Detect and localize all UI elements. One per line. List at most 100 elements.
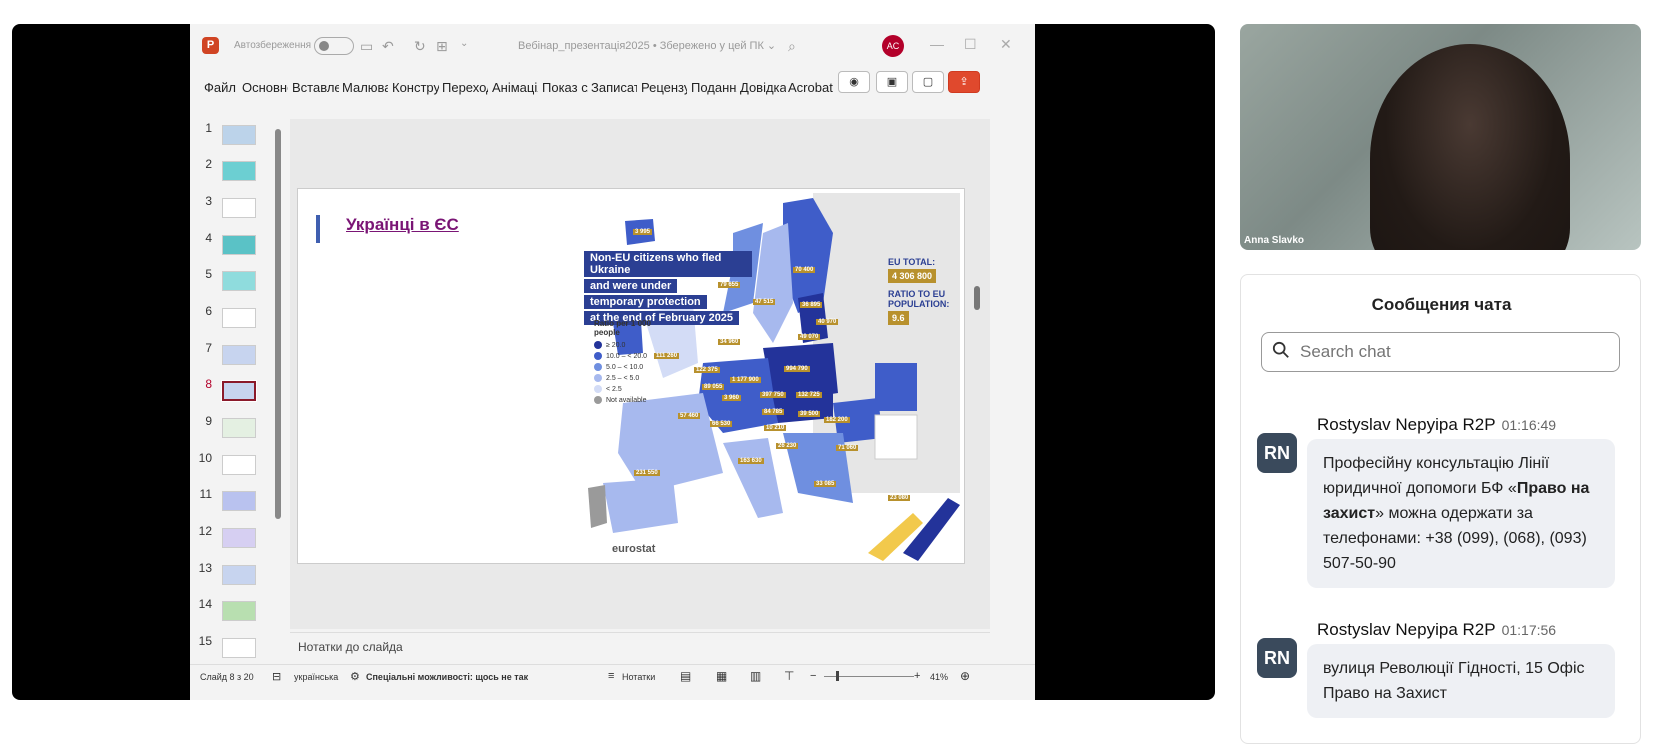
legend-label: 5.0 – < 10.0: [606, 363, 644, 371]
redo-icon[interactable]: ↻: [414, 38, 426, 55]
zoom-slider-thumb[interactable]: [836, 671, 839, 681]
slide-number: 8: [205, 377, 212, 391]
zoom-out-icon[interactable]: −: [810, 670, 816, 682]
map-value-label: 47 515: [753, 299, 776, 305]
tab-home[interactable]: Основне: [242, 80, 288, 95]
map-liechtenstein-inset: [875, 363, 917, 411]
current-slide[interactable]: Українці в ЄС Non-EU citizens who fled U…: [297, 188, 965, 564]
slide-number: 11: [199, 487, 212, 501]
save-icon[interactable]: ▭: [360, 38, 373, 55]
tab-review[interactable]: Рецензування: [641, 80, 687, 95]
legend-swatch: [594, 363, 602, 371]
legend-item: < 2.5: [594, 385, 674, 393]
tab-draw[interactable]: Малювання: [342, 80, 388, 95]
slide-number: 6: [205, 304, 212, 318]
tab-view[interactable]: Подання: [691, 80, 737, 95]
legend-label: 10.0 – < 20.0: [606, 352, 648, 360]
map-value-label: 79 655: [718, 282, 741, 288]
map-value-label: 1 177 900: [730, 377, 761, 383]
spellcheck-icon[interactable]: ⊟: [272, 670, 281, 683]
slide-counter: Слайд 8 з 20: [200, 672, 254, 682]
slide-thumb[interactable]: 13: [190, 559, 290, 589]
powerpoint-logo-icon: P: [202, 37, 219, 54]
slide-number: 2: [205, 157, 212, 171]
comments-button[interactable]: ▢: [912, 71, 944, 93]
autosave-label: Автозбереження: [234, 40, 312, 51]
ratio-label: RATIO TO EU POPULATION:: [888, 289, 950, 309]
chat-search[interactable]: [1261, 332, 1620, 372]
slide-thumb[interactable]: 15: [190, 632, 290, 662]
slide-thumb-image: [222, 161, 256, 181]
map-value-label: 39 500: [798, 411, 821, 417]
tab-slideshow[interactable]: Показ слайдів: [542, 80, 588, 95]
zoom-in-icon[interactable]: +: [914, 670, 920, 682]
ribbon-tabs: Файл Основне Вставлення Малювання Констр…: [190, 69, 1035, 105]
map-value-label: 132 725: [796, 392, 822, 398]
powerpoint-window: P Автозбереження ▭ ↶ ↻ ⊞ ⌄ Вебінар_презе…: [190, 24, 1035, 700]
record-button[interactable]: ◉: [838, 71, 870, 93]
legend-title: Ratio per 1 000 people: [594, 319, 651, 337]
map-value-label: 26 230: [776, 443, 799, 449]
maximize-icon[interactable]: ☐: [964, 36, 977, 53]
language-status[interactable]: українська: [294, 672, 338, 682]
author-name: Rostyslav Nepyipa R2P: [1317, 415, 1496, 434]
tab-help[interactable]: Довідка: [740, 80, 786, 95]
participant-video: Anna Slavko: [1240, 24, 1641, 250]
tab-animations[interactable]: Анімація: [492, 80, 538, 95]
document-title[interactable]: Вебінар_презентація2025 • Збережено у це…: [518, 39, 776, 52]
tab-record[interactable]: Записати: [591, 80, 637, 95]
user-avatar[interactable]: AC: [882, 35, 904, 57]
slide-scrollbar[interactable]: [974, 286, 980, 310]
fit-slide-icon[interactable]: ⊕: [960, 669, 970, 683]
map-value-label: 994 790: [784, 366, 810, 372]
normal-view-icon[interactable]: ▤: [680, 669, 691, 683]
undo-icon[interactable]: ↶: [382, 38, 394, 55]
slide-thumb[interactable]: 14: [190, 595, 290, 625]
close-icon[interactable]: ✕: [1000, 36, 1012, 53]
slide-number: 1: [205, 121, 212, 135]
message-text: Професійну консультацію Лінії юридичної …: [1323, 455, 1550, 497]
eurostat-logo: eurostat: [612, 543, 656, 555]
tab-design[interactable]: Конструктор: [392, 80, 439, 95]
author-name: Rostyslav Nepyipa R2P: [1317, 620, 1496, 639]
map-value-label: 66 530: [710, 421, 733, 427]
map-value-label: 71 060: [836, 445, 859, 451]
thumbnails-scrollbar[interactable]: [275, 129, 281, 519]
present-teams-button[interactable]: ▣: [876, 71, 908, 93]
slide-thumb[interactable]: 12: [190, 522, 290, 552]
slide-thumb-image: [222, 345, 256, 365]
map-value-label: 3 960: [722, 395, 742, 401]
share-button[interactable]: ⇪: [948, 71, 980, 93]
slide-thumb-image: [222, 198, 256, 218]
legend-swatch: [594, 396, 602, 404]
accessibility-status[interactable]: Спеціальні можливості: щось не так: [366, 672, 528, 682]
tab-insert[interactable]: Вставлення: [292, 80, 339, 95]
slide-number: 12: [198, 524, 212, 538]
slide-number: 5: [205, 267, 212, 281]
slide-sorter-icon[interactable]: ▦: [716, 669, 727, 683]
minimize-icon[interactable]: —: [930, 36, 944, 52]
search-icon[interactable]: ⌕: [788, 38, 796, 55]
search-icon: [1272, 341, 1289, 358]
autosave-toggle[interactable]: [314, 37, 354, 55]
chat-panel: Сообщения чата RN Rostyslav Nepyipa R2P 0…: [1240, 274, 1641, 744]
slide-number: 4: [205, 231, 212, 245]
slide-number: 3: [205, 194, 212, 208]
zoom-level[interactable]: 41%: [930, 672, 948, 682]
map-value-label: 40 970: [816, 319, 839, 325]
map-banner: Non-EU citizens who fled Ukraine and wer…: [584, 251, 752, 327]
chat-search-input[interactable]: [1300, 341, 1600, 363]
map-value-label: 163 630: [738, 458, 764, 464]
tab-transitions[interactable]: Переходи: [442, 80, 488, 95]
message-author: Rostyslav Nepyipa R2P 01:17:56: [1317, 620, 1556, 640]
slideshow-icon[interactable]: ⊤: [784, 669, 794, 683]
reading-view-icon[interactable]: ▥: [750, 669, 761, 683]
notes-button[interactable]: Нотатки: [622, 672, 655, 682]
slide-thumb-image: [222, 528, 256, 548]
customize-qat-icon[interactable]: ⌄: [460, 38, 468, 49]
tab-file[interactable]: Файл: [204, 80, 238, 95]
present-icon[interactable]: ⊞: [436, 38, 448, 55]
map-value-label: 122 375: [694, 367, 720, 373]
notes-pane[interactable]: Нотатки до слайда: [290, 632, 990, 660]
tab-acrobat[interactable]: Acrobat: [788, 80, 834, 95]
